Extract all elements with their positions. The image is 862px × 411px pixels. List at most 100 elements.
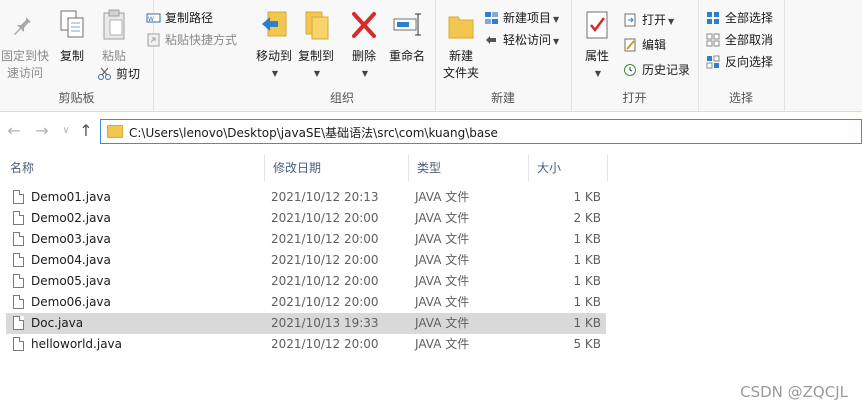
- move-to-icon: [258, 8, 290, 44]
- java-file-icon: [13, 337, 24, 351]
- file-type: JAVA 文件: [415, 211, 470, 225]
- address-bar[interactable]: C:\Users\lenovo\Desktop\javaSE\基础语法\src\…: [100, 119, 862, 144]
- pin-label-2: 速访问: [6, 66, 43, 80]
- up-arrow-icon[interactable]: ↑: [76, 121, 96, 140]
- column-header-date[interactable]: 修改日期: [265, 155, 409, 181]
- copy-path-icon: W: [146, 11, 161, 25]
- java-file-icon: [13, 253, 24, 267]
- address-path: C:\Users\lenovo\Desktop\javaSE\基础语法\src\…: [129, 126, 498, 140]
- paste-icon: [98, 8, 130, 44]
- clipboard-group: 固定到快 速访问 复制 粘贴 W 复制路径 粘贴快捷方式 剪切 剪贴板: [0, 0, 237, 111]
- cut-label: 剪切: [116, 67, 141, 81]
- easy-access-dropdown-icon: ▼: [553, 37, 560, 46]
- edit-button[interactable]: 编辑: [623, 35, 666, 55]
- open-group-label: 打开: [622, 91, 647, 105]
- new-item-button[interactable]: 新建项目 ▼: [484, 8, 559, 28]
- organize-group-label: 组织: [329, 91, 354, 105]
- new-group-label: 新建: [490, 91, 515, 105]
- delete-label: 删除: [351, 49, 376, 63]
- clipboard-group-label: 剪贴板: [58, 91, 95, 105]
- new-item-label: 新建项目: [503, 11, 552, 25]
- file-name: Demo04.java: [31, 253, 111, 267]
- recent-locations-chevron-icon[interactable]: ∨: [56, 125, 76, 136]
- copy-label: 复制: [59, 49, 84, 63]
- file-name: Demo05.java: [31, 274, 111, 288]
- file-size: 1 KB: [573, 274, 601, 288]
- file-row[interactable]: helloworld.java 2021/10/12 20:00 JAVA 文件…: [6, 334, 606, 355]
- copy-to-icon: [300, 8, 332, 44]
- select-none-button[interactable]: 全部取消: [706, 30, 773, 50]
- java-file-icon: [13, 211, 24, 225]
- move-to-button[interactable]: 移动到 ▼: [253, 8, 295, 82]
- column-header-type[interactable]: 类型: [409, 155, 529, 181]
- file-row[interactable]: Demo05.java 2021/10/12 20:00 JAVA 文件 1 K…: [6, 271, 606, 292]
- select-none-icon: [706, 33, 721, 47]
- forward-arrow-icon[interactable]: →: [32, 121, 52, 140]
- rename-icon: [391, 8, 423, 44]
- file-date: 2021/10/12 20:00: [271, 232, 379, 246]
- watermark: CSDN @ZQCJL: [740, 383, 848, 401]
- file-size: 2 KB: [573, 211, 601, 225]
- folder-icon: [107, 125, 123, 138]
- easy-access-button[interactable]: 轻松访问 ▼: [484, 30, 559, 50]
- file-size: 1 KB: [573, 232, 601, 246]
- file-type: JAVA 文件: [415, 337, 470, 351]
- copy-to-button[interactable]: 复制到 ▼: [295, 8, 337, 82]
- file-row-selected[interactable]: Doc.java 2021/10/13 19:33 JAVA 文件 1 KB: [6, 313, 606, 334]
- rename-button[interactable]: 重命名: [385, 8, 429, 65]
- file-date: 2021/10/12 20:00: [271, 337, 379, 351]
- copy-path-button[interactable]: W 复制路径: [146, 8, 213, 28]
- file-date: 2021/10/12 20:00: [271, 274, 379, 288]
- pin-quick-access-button[interactable]: 固定到快 速访问: [0, 8, 50, 82]
- copy-to-dropdown-icon: ▼: [313, 69, 321, 78]
- copy-path-label: 复制路径: [165, 11, 214, 25]
- file-row[interactable]: Demo03.java 2021/10/12 20:00 JAVA 文件 1 K…: [6, 229, 606, 250]
- column-header-name[interactable]: 名称: [2, 155, 265, 181]
- file-name: Doc.java: [31, 316, 84, 330]
- paste-button[interactable]: 粘贴: [97, 8, 131, 65]
- properties-icon: [581, 8, 613, 44]
- select-group: 全部选择 全部取消 反向选择 选择: [698, 0, 785, 111]
- file-size: 1 KB: [573, 316, 601, 330]
- paste-shortcut-button[interactable]: 粘贴快捷方式: [146, 30, 237, 50]
- open-icon: [623, 13, 638, 27]
- file-date: 2021/10/12 20:00: [271, 211, 379, 225]
- select-all-button[interactable]: 全部选择: [706, 8, 773, 28]
- file-type: JAVA 文件: [415, 190, 470, 204]
- open-button[interactable]: 打开 ▼: [623, 10, 674, 30]
- delete-icon: [348, 8, 380, 44]
- column-header-size[interactable]: 大小: [529, 155, 608, 181]
- copy-icon: [56, 8, 88, 44]
- copy-to-label: 复制到: [297, 49, 334, 63]
- new-folder-button[interactable]: 新建 文件夹: [439, 8, 483, 82]
- java-file-icon: [13, 232, 24, 246]
- history-icon: [623, 63, 638, 77]
- cut-button[interactable]: 剪切: [97, 64, 140, 84]
- select-all-icon: [706, 11, 721, 25]
- new-item-dropdown-icon: ▼: [553, 15, 560, 24]
- file-name: Demo02.java: [31, 211, 111, 225]
- easy-access-icon: [484, 33, 499, 47]
- move-to-dropdown-icon: ▼: [271, 69, 279, 78]
- history-button[interactable]: 历史记录: [623, 60, 690, 80]
- file-name: Demo03.java: [31, 232, 111, 246]
- properties-dropdown-icon: ▼: [594, 69, 602, 78]
- new-folder-icon: [445, 8, 477, 44]
- file-name: Demo06.java: [31, 295, 111, 309]
- copy-button[interactable]: 复制: [55, 8, 89, 65]
- java-file-icon: [13, 295, 24, 309]
- file-row[interactable]: Demo02.java 2021/10/12 20:00 JAVA 文件 2 K…: [6, 208, 606, 229]
- file-row[interactable]: Demo01.java 2021/10/12 20:13 JAVA 文件 1 K…: [6, 187, 606, 208]
- new-group: 新建 文件夹 新建项目 ▼ 轻松访问 ▼ 新建: [435, 0, 572, 111]
- back-arrow-icon[interactable]: ←: [4, 121, 24, 140]
- move-to-label: 移动到: [255, 49, 292, 63]
- properties-button[interactable]: 属性 ▼: [579, 8, 615, 82]
- file-type: JAVA 文件: [415, 232, 470, 246]
- invert-selection-button[interactable]: 反向选择: [706, 52, 773, 72]
- open-dropdown-icon: ▼: [668, 17, 675, 26]
- file-row[interactable]: Demo04.java 2021/10/12 20:00 JAVA 文件 1 K…: [6, 250, 606, 271]
- file-row[interactable]: Demo06.java 2021/10/12 20:00 JAVA 文件 1 K…: [6, 292, 606, 313]
- delete-button[interactable]: 删除 ▼: [347, 8, 381, 82]
- select-none-label: 全部取消: [725, 33, 774, 47]
- pin-icon: [9, 8, 41, 44]
